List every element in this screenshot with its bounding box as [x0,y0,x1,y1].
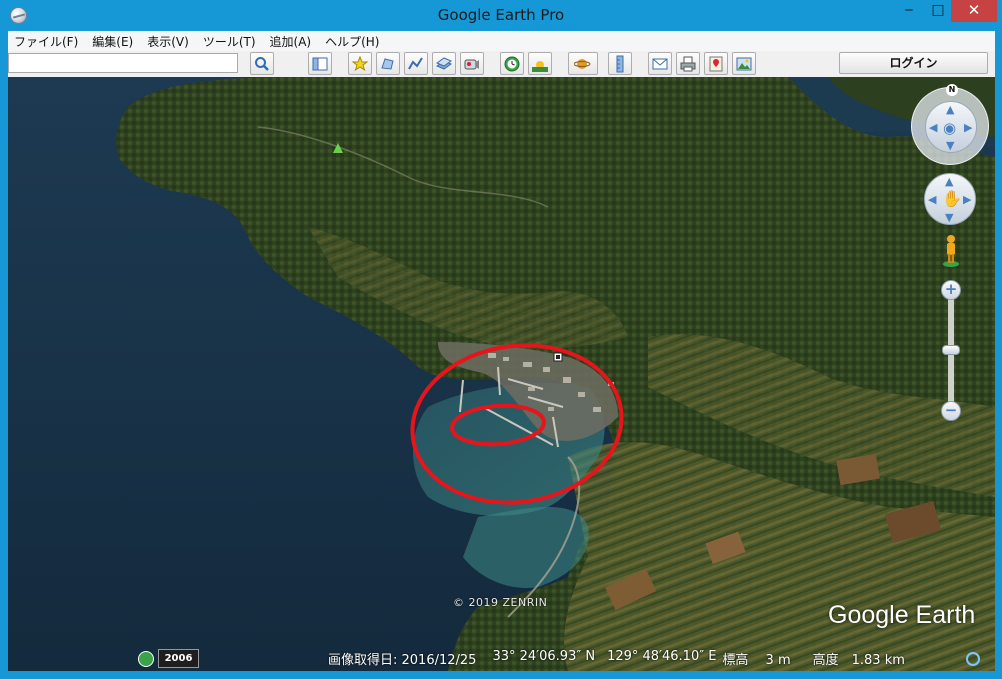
zoom-out-button[interactable]: − [941,401,961,421]
menu-edit[interactable]: 編集(E) [90,32,135,51]
add-polygon-button[interactable] [376,52,400,75]
email-icon [652,58,668,69]
zoom-slider-thumb[interactable] [942,345,960,355]
google-earth-logo: Google Earth [828,601,976,629]
add-path-button[interactable] [404,52,428,75]
eye-altitude-readout: 高度 1.83 km [812,653,905,668]
menu-add[interactable]: 追加(A) [268,32,314,51]
polygon-icon [381,57,394,70]
close-button[interactable]: ✕ [951,0,997,22]
historical-imagery-button[interactable] [500,52,524,75]
look-up-arrow-icon[interactable]: ▲ [946,103,954,116]
maximize-button[interactable]: □ [925,0,951,22]
historical-imagery-clock-icon[interactable] [138,651,154,667]
street-view-pegman-icon[interactable] [941,234,961,268]
north-indicator[interactable]: N [946,84,958,96]
ruler-button[interactable] [608,52,632,75]
minimize-button[interactable]: ‒ [895,0,923,22]
map-view[interactable]: © 2019 ZENRIN Google Earth N ▲ ▼ ◀ ▶ ◉ ▲… [8,77,995,671]
sunlight-icon [532,60,548,72]
menu-tools[interactable]: ツール(T) [201,32,258,51]
move-left-arrow-icon[interactable]: ◀ [928,193,936,206]
planets-icon [574,58,591,69]
menu-view[interactable]: 表示(V) [145,32,191,51]
menu-file[interactable]: ファイル(F) [12,32,80,51]
google-earth-window: Google Earth Pro ‒ □ ✕ ファイル(F) 編集(E) 表示(… [0,0,1002,679]
ruler-icon [616,55,624,72]
sidebar-toggle-button[interactable] [308,52,332,75]
imagery-date: 画像取得日: 2016/12/25 [328,653,477,668]
zoom-in-button[interactable]: + [941,280,961,300]
menu-help[interactable]: ヘルプ(H) [323,32,381,51]
look-right-arrow-icon[interactable]: ▶ [964,121,972,134]
menu-bar: ファイル(F) 編集(E) 表示(V) ツール(T) 追加(A) ヘルプ(H) [8,31,995,51]
historical-imagery-icon [504,56,520,71]
search-button[interactable] [250,52,274,75]
add-image-overlay-button[interactable] [432,52,456,75]
add-placemark-button[interactable] [348,52,372,75]
save-image-icon [736,57,752,70]
title-bar[interactable]: Google Earth Pro ‒ □ ✕ [0,0,1002,31]
move-control[interactable]: ▲ ▼ ◀ ▶ ✋ [924,173,976,225]
sunlight-button[interactable] [528,52,552,75]
image-overlay-icon [435,56,453,70]
sidebar-toggle-icon [312,57,328,70]
planets-button[interactable] [568,52,598,75]
toolbar: ログイン [8,51,995,77]
path-icon [408,56,423,69]
longitude-readout: 129° 48′46.10″ E [607,649,717,664]
print-icon [680,56,696,71]
elevation-readout: 標高 3 m [722,653,791,668]
client-area: ファイル(F) 編集(E) 表示(V) ツール(T) 追加(A) ヘルプ(H) [8,31,995,671]
email-button[interactable] [648,52,672,75]
look-around-control[interactable]: N ▲ ▼ ◀ ▶ ◉ [911,84,989,165]
view-in-google-maps-button[interactable] [704,52,728,75]
status-bar: 画像取得日: 2016/12/25 33° 24′06.93″ N 129° 4… [328,649,905,668]
print-button[interactable] [676,52,700,75]
search-icon [255,56,269,71]
window-title: Google Earth Pro [437,6,565,24]
hand-icon: ✋ [942,189,962,208]
imagery-copyright: © 2019 ZENRIN [453,596,548,609]
satellite-imagery [8,77,995,671]
historical-year-badge[interactable]: 2006 [158,649,199,668]
google-maps-icon [709,56,723,71]
search-input[interactable] [8,53,238,73]
move-up-arrow-icon[interactable]: ▲ [945,175,953,188]
move-down-arrow-icon[interactable]: ▼ [945,211,953,224]
record-tour-button[interactable] [460,52,484,75]
latitude-readout: 33° 24′06.93″ N [492,649,596,664]
record-tour-icon [464,59,479,69]
move-right-arrow-icon[interactable]: ▶ [963,193,971,206]
login-button[interactable]: ログイン [839,52,988,74]
streaming-progress-icon [966,652,980,666]
placemark-icon [351,55,369,71]
save-image-button[interactable] [732,52,756,75]
look-left-arrow-icon[interactable]: ◀ [929,121,937,134]
look-down-arrow-icon[interactable]: ▼ [946,139,954,152]
look-joystick[interactable]: ▲ ▼ ◀ ▶ ◉ [925,101,977,153]
eye-icon: ◉ [943,119,957,137]
